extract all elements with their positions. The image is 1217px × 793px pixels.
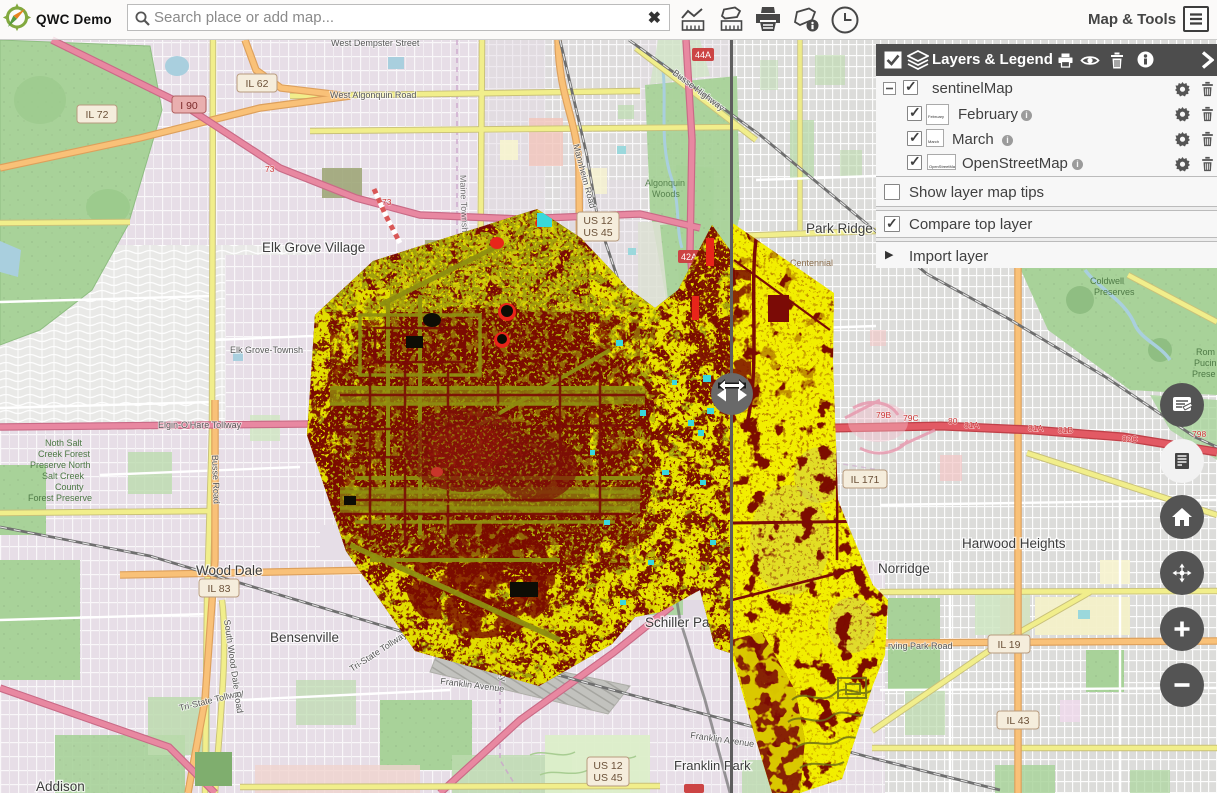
svg-text:Rom: Rom bbox=[1196, 347, 1215, 357]
svg-text:US 12: US 12 bbox=[583, 215, 612, 227]
svg-text:798: 798 bbox=[1192, 429, 1206, 439]
svg-text:I 90: I 90 bbox=[180, 100, 198, 112]
svg-text:79B: 79B bbox=[876, 410, 891, 420]
svg-text:Algonquin: Algonquin bbox=[645, 178, 685, 188]
svg-text:Bensenville: Bensenville bbox=[270, 630, 339, 645]
svg-text:US 45: US 45 bbox=[583, 227, 612, 239]
svg-text:West Algonquin Road: West Algonquin Road bbox=[330, 90, 416, 100]
svg-text:Busse Road: Busse Road bbox=[210, 455, 222, 504]
svg-text:Salt Creek: Salt Creek bbox=[42, 471, 85, 481]
svg-text:Preserves: Preserves bbox=[1094, 287, 1135, 297]
svg-text:Noth Salt: Noth Salt bbox=[45, 438, 83, 448]
svg-text:81B: 81B bbox=[1058, 425, 1073, 435]
svg-text:81A: 81A bbox=[964, 420, 979, 430]
svg-text:Park Ridge: Park Ridge bbox=[806, 221, 873, 236]
svg-text:Centennial: Centennial bbox=[790, 258, 833, 268]
svg-text:73: 73 bbox=[382, 197, 392, 207]
svg-text:IL 83: IL 83 bbox=[208, 583, 231, 595]
svg-text:81A: 81A bbox=[1028, 423, 1043, 433]
svg-text:44A: 44A bbox=[695, 50, 711, 60]
svg-text:Forest Preserve: Forest Preserve bbox=[28, 493, 92, 503]
svg-text:Coldwell: Coldwell bbox=[1090, 276, 1124, 286]
svg-text:Norridge: Norridge bbox=[878, 561, 930, 576]
svg-text:Preserve North: Preserve North bbox=[30, 460, 91, 470]
svg-text:Elk Grove Village: Elk Grove Village bbox=[262, 240, 365, 255]
svg-text:Creek Forest: Creek Forest bbox=[38, 449, 91, 459]
svg-text:73: 73 bbox=[265, 164, 275, 174]
svg-text:Harwood Heights: Harwood Heights bbox=[962, 536, 1066, 551]
svg-text:IL 19: IL 19 bbox=[998, 639, 1021, 651]
svg-text:US 45: US 45 bbox=[593, 772, 622, 784]
svg-text:Elgin-O'Hare Tollway: Elgin-O'Hare Tollway bbox=[158, 420, 242, 430]
svg-text:80: 80 bbox=[948, 416, 958, 426]
svg-text:Franklin Park: Franklin Park bbox=[674, 758, 751, 773]
svg-text:Wood Dale: Wood Dale bbox=[196, 563, 263, 578]
svg-text:IL 62: IL 62 bbox=[246, 78, 269, 90]
svg-text:rving Park Road: rving Park Road bbox=[888, 641, 953, 651]
svg-text:82C: 82C bbox=[1122, 434, 1138, 444]
svg-text:Addison: Addison bbox=[36, 779, 85, 793]
svg-text:Woods: Woods bbox=[652, 189, 680, 199]
svg-text:US 12: US 12 bbox=[593, 760, 622, 772]
svg-text:79C: 79C bbox=[903, 413, 919, 423]
svg-text:Pucin: Pucin bbox=[1194, 358, 1217, 368]
svg-text:County: County bbox=[55, 482, 84, 492]
svg-text:Prese: Prese bbox=[1192, 369, 1216, 379]
svg-text:IL 171: IL 171 bbox=[851, 474, 880, 486]
svg-text:IL 72: IL 72 bbox=[86, 109, 109, 121]
svg-text:Elk Grove-Townsh: Elk Grove-Townsh bbox=[230, 345, 303, 355]
svg-text:IL 43: IL 43 bbox=[1007, 715, 1030, 727]
